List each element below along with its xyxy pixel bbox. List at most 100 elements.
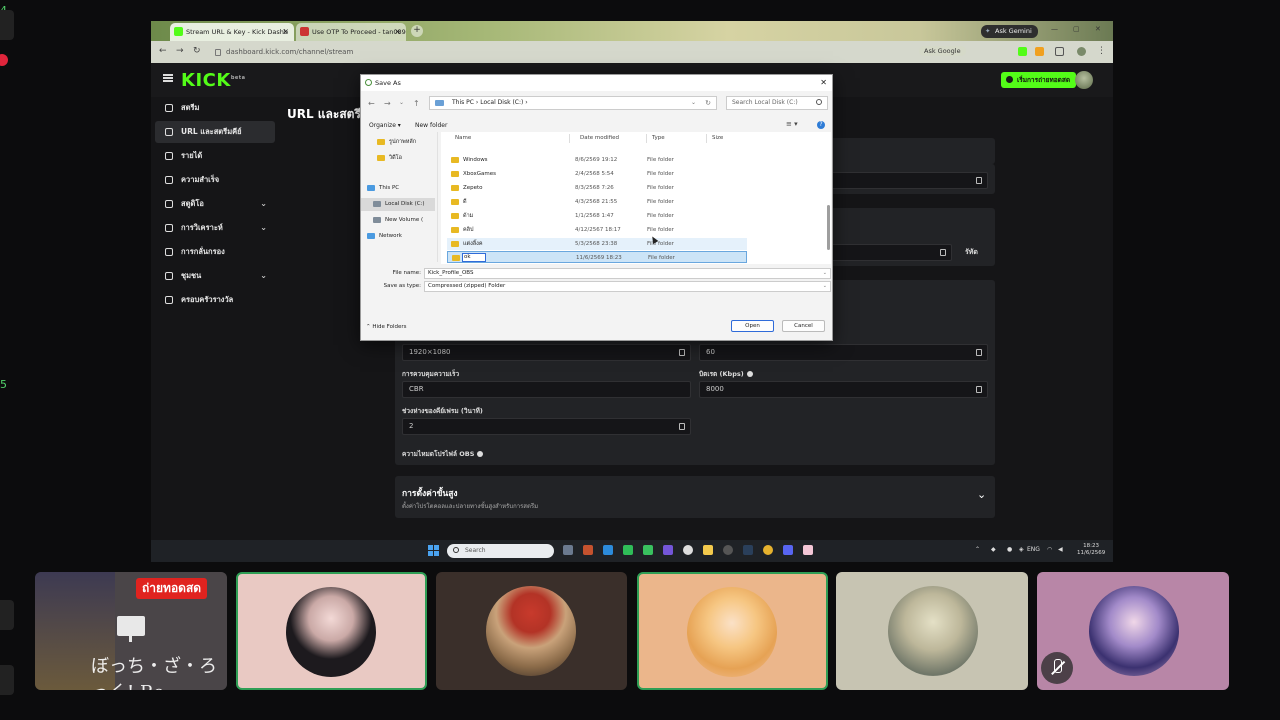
extension-icon[interactable] xyxy=(1018,47,1027,56)
url-field[interactable]: dashboard.kick.com/channel/stream xyxy=(215,45,915,59)
tab-close-icon[interactable]: × xyxy=(394,23,401,41)
app-icon[interactable] xyxy=(663,545,673,555)
organize-button[interactable]: Organize ▾ xyxy=(369,122,401,129)
browser-tab[interactable]: Use OTP To Proceed - tan0895@ × xyxy=(296,23,406,41)
sidebar-item-moderation[interactable]: การกลั่นกรอง xyxy=(155,241,275,263)
save-as-type-select[interactable]: Compressed (zipped) Folder ⌄ xyxy=(424,281,831,292)
table-row[interactable]: XboxGames 2/4/2568 5:54 File folder xyxy=(447,168,747,180)
discord-icon[interactable] xyxy=(783,545,793,555)
obs-icon[interactable] xyxy=(723,545,733,555)
sidebar-item-community[interactable]: ชุมชน ⌄ xyxy=(155,265,275,287)
taskbar-clock[interactable]: 18:23 11/6/2569 xyxy=(1077,543,1105,557)
recent-locations-icon[interactable]: ⌄ xyxy=(399,99,404,106)
participant-tile[interactable] xyxy=(236,572,427,690)
participant-tile[interactable] xyxy=(436,572,627,690)
task-view-icon[interactable] xyxy=(563,545,573,555)
sidebar-item-studio[interactable]: สตูดิโอ ⌄ xyxy=(155,193,275,215)
new-folder-button[interactable]: New folder xyxy=(415,122,447,129)
tree-item[interactable]: New Volume ( xyxy=(373,214,435,227)
tree-item[interactable]: Network xyxy=(367,230,435,243)
windows-start-icon[interactable] xyxy=(428,545,439,556)
tray-icon[interactable]: ◆ xyxy=(991,546,996,553)
play-icon[interactable] xyxy=(643,545,653,555)
pane-divider[interactable] xyxy=(437,132,438,262)
copy-icon[interactable] xyxy=(940,249,946,256)
start-stream-button[interactable]: เริ่มการถ่ายทอดสด xyxy=(1001,72,1077,88)
column-separator[interactable] xyxy=(646,134,647,143)
site-info-icon[interactable] xyxy=(215,48,221,56)
refresh-icon[interactable]: ↻ xyxy=(705,97,711,109)
chevron-down-icon[interactable]: ⌄ xyxy=(691,97,696,109)
copy-icon[interactable] xyxy=(976,349,982,356)
edge-icon[interactable] xyxy=(603,545,613,555)
table-row-selected[interactable]: ok 11/6/2569 18:23 File folder xyxy=(447,251,747,263)
wifi-icon[interactable]: ◠ xyxy=(1047,546,1052,553)
chevron-down-icon[interactable]: ⌄ xyxy=(823,282,827,291)
microphone-icon[interactable]: ● xyxy=(1007,546,1012,553)
browser-tab-active[interactable]: Stream URL & Key - Kick Dashb × xyxy=(170,23,294,41)
column-header-date[interactable]: Date modified xyxy=(580,135,619,141)
copy-icon[interactable] xyxy=(679,423,685,430)
table-row[interactable]: ดี 4/3/2568 21:55 File folder xyxy=(447,196,747,208)
language-indicator[interactable]: ENG xyxy=(1027,546,1040,553)
copy-icon[interactable] xyxy=(679,349,685,356)
bitrate-field[interactable]: 8000 xyxy=(699,381,988,398)
taskbar-search[interactable]: Search xyxy=(447,544,554,558)
extension-icon[interactable] xyxy=(1035,47,1044,56)
copy-icon[interactable] xyxy=(976,386,982,393)
tab-close-icon[interactable]: × xyxy=(282,23,289,41)
steam-icon[interactable] xyxy=(743,545,753,555)
kick-logo[interactable]: KICKbeta xyxy=(181,70,246,91)
new-tab-button[interactable]: + xyxy=(411,25,423,37)
app-icon[interactable] xyxy=(583,545,593,555)
participant-tile[interactable] xyxy=(836,572,1028,690)
sidebar-item-rewards[interactable]: ครอบครัวรางวัล xyxy=(155,289,275,311)
sidebar-item-revenue[interactable]: รายได้ xyxy=(155,145,275,167)
breadcrumb[interactable]: This PC › Local Disk (C:) › ⌄ ↻ xyxy=(429,96,717,110)
hide-folders-toggle[interactable]: ⌃ Hide Folders xyxy=(366,324,407,330)
app-icon[interactable] xyxy=(803,545,813,555)
volume-icon[interactable]: ◀ xyxy=(1058,546,1063,553)
obs-profile-download[interactable]: ความไหมดโปรไฟล์ OBS xyxy=(402,449,484,459)
chrome-icon[interactable] xyxy=(763,545,773,555)
extensions-puzzle-icon[interactable] xyxy=(1055,47,1064,56)
back-icon[interactable]: ← xyxy=(368,99,375,108)
participant-tile[interactable] xyxy=(637,572,828,690)
sidebar-item-achievements[interactable]: ความสำเร็จ xyxy=(155,169,275,191)
breadcrumb-item[interactable]: Local Disk (C:) xyxy=(480,99,523,106)
maximize-icon[interactable]: ▢ xyxy=(1073,25,1080,33)
advanced-settings-panel[interactable]: การตั้งค่าขั้นสูง ตั้งค่าโปรโตคอลและปลาย… xyxy=(395,476,995,518)
open-button[interactable]: Open xyxy=(731,320,774,332)
column-header-name[interactable]: Name xyxy=(455,135,471,141)
column-header-type[interactable]: Type xyxy=(652,135,665,141)
table-row[interactable]: Windows 8/6/2569 19:12 File folder xyxy=(447,154,747,166)
info-icon[interactable] xyxy=(477,451,484,457)
settings-icon[interactable] xyxy=(683,545,693,555)
fps-field[interactable]: 60 xyxy=(699,344,988,361)
tray-overflow-icon[interactable]: ⌃ xyxy=(975,546,980,553)
table-row-hovered[interactable]: แต่งลิ้งค 5/3/2568 23:38 File folder xyxy=(447,238,747,250)
ask-gemini-button[interactable]: ✦ Ask Gemini xyxy=(981,25,1038,38)
keyframe-field[interactable]: 2 xyxy=(402,418,691,435)
tray-icon[interactable]: ◈ xyxy=(1019,546,1024,553)
hamburger-menu-icon[interactable] xyxy=(163,74,173,82)
chevron-down-icon[interactable]: ⌄ xyxy=(977,488,986,501)
up-folder-icon[interactable]: ↑ xyxy=(413,99,420,108)
resolution-field[interactable]: 1920×1080 xyxy=(402,344,691,361)
browser-menu-icon[interactable]: ⋮ xyxy=(1097,46,1106,56)
info-icon[interactable] xyxy=(746,371,753,377)
back-icon[interactable]: ← xyxy=(159,46,167,56)
rate-control-field[interactable]: CBR xyxy=(402,381,691,398)
column-header-size[interactable]: Size xyxy=(712,135,723,141)
breadcrumb-item[interactable]: This PC xyxy=(452,99,474,106)
dialog-close-icon[interactable]: ✕ xyxy=(820,75,827,91)
table-row[interactable]: ด้าม 1/1/2568 1:47 File folder xyxy=(447,210,747,222)
column-separator[interactable] xyxy=(706,134,707,143)
window-close-icon[interactable]: ✕ xyxy=(1095,25,1101,33)
tree-item[interactable]: รูปภาพหลัก xyxy=(377,136,435,149)
copy-button[interactable]: รัทัด xyxy=(965,247,978,258)
reload-icon[interactable]: ↻ xyxy=(193,46,201,56)
search-input[interactable]: Search Local Disk (C:) xyxy=(726,96,828,110)
line-icon[interactable] xyxy=(623,545,633,555)
column-separator[interactable] xyxy=(569,134,570,143)
